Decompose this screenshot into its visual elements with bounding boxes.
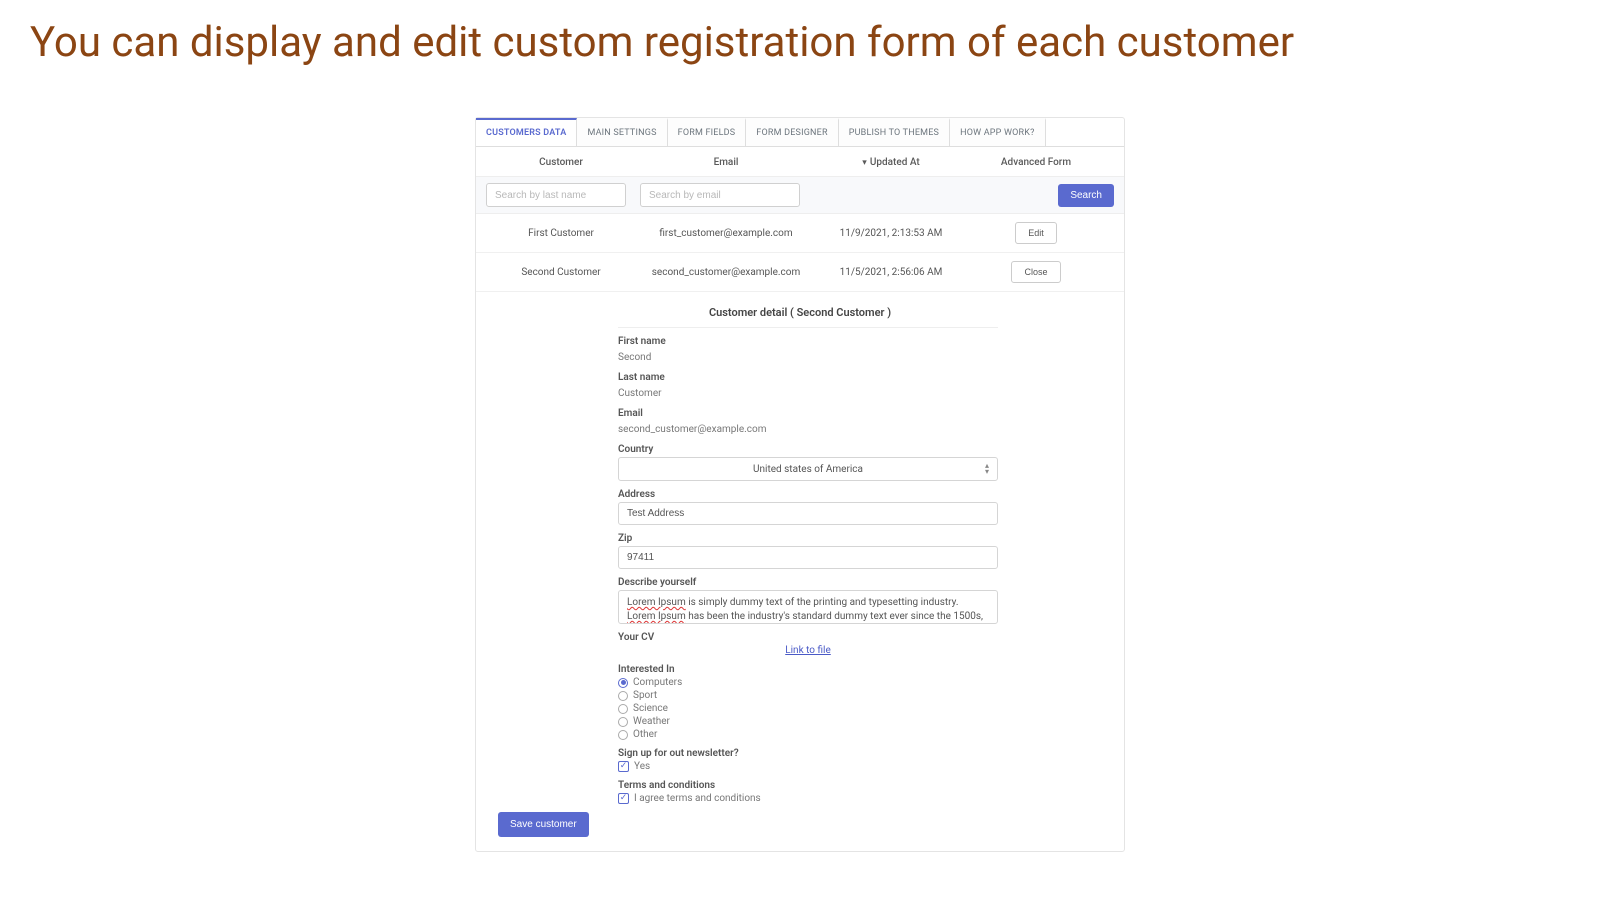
field-country: Country United states of America ▴▾ (618, 444, 998, 481)
field-email: Email second_customer@example.com (618, 408, 998, 436)
tab-customers-data[interactable]: CUSTOMERS DATA (476, 118, 577, 146)
country-value: United states of America (753, 464, 863, 475)
describe-text-part1: is simply dummy text of the printing and… (686, 597, 959, 608)
first-name-value: Second (618, 352, 651, 363)
cell-updated: 11/5/2021, 2:56:06 AM (816, 267, 966, 278)
radio-sport[interactable]: Sport (618, 690, 998, 701)
cell-action: Edit (966, 222, 1106, 244)
edit-button[interactable]: Edit (1015, 222, 1057, 244)
field-zip: Zip (618, 533, 998, 569)
field-interested: Interested In Computers Sport Science We… (618, 664, 998, 740)
email-label: Email (618, 408, 998, 419)
table-header: Customer Email Updated At Advanced Form (476, 147, 1124, 176)
radio-other[interactable]: Other (618, 729, 998, 740)
col-customer-header[interactable]: Customer (486, 157, 636, 168)
col-updated-label: Updated At (870, 157, 920, 168)
customer-detail: Customer detail ( Second Customer ) Firs… (476, 292, 1124, 851)
address-input[interactable] (618, 502, 998, 525)
newsletter-checkbox[interactable]: Yes (618, 761, 998, 772)
field-address: Address (618, 489, 998, 525)
cv-label: Your CV (618, 632, 998, 643)
last-name-label: Last name (618, 372, 998, 383)
checkbox-label: I agree terms and conditions (634, 793, 761, 804)
close-button[interactable]: Close (1011, 261, 1060, 283)
zip-label: Zip (618, 533, 998, 544)
describe-label: Describe yourself (618, 577, 998, 588)
cell-customer: Second Customer (486, 267, 636, 278)
radio-label: Sport (633, 690, 657, 701)
col-advanced-header[interactable]: Advanced Form (966, 157, 1106, 168)
radio-icon (618, 691, 628, 701)
checkbox-icon (618, 761, 629, 772)
detail-form: First name Second Last name Customer Ema… (618, 327, 998, 804)
tabs-bar: CUSTOMERS DATA MAIN SETTINGS FORM FIELDS… (476, 118, 1124, 147)
page-title: You can display and edit custom registra… (0, 0, 1600, 77)
describe-text-spell1: Lorem Ipsum (627, 597, 686, 608)
radio-computers[interactable]: Computers (618, 677, 998, 688)
describe-textarea[interactable]: Lorem Ipsum is simply dummy text of the … (618, 590, 998, 624)
zip-input[interactable] (618, 546, 998, 569)
field-first-name: First name Second (618, 336, 998, 364)
radio-science[interactable]: Science (618, 703, 998, 714)
radio-label: Science (633, 703, 668, 714)
email-value: second_customer@example.com (618, 424, 766, 435)
country-label: Country (618, 444, 998, 455)
radio-icon (618, 717, 628, 727)
save-customer-button[interactable]: Save customer (498, 812, 589, 837)
select-caret-icon: ▴▾ (985, 463, 989, 475)
describe-text-spell2: Lorem Ipsum (627, 611, 686, 622)
cell-customer: First Customer (486, 228, 636, 239)
radio-label: Other (633, 729, 657, 740)
address-label: Address (618, 489, 998, 500)
sort-caret-icon (862, 157, 870, 168)
newsletter-label: Sign up for out newsletter? (618, 748, 998, 759)
col-email-header[interactable]: Email (636, 157, 816, 168)
table-row: First Customer first_customer@example.co… (476, 214, 1124, 253)
tab-main-settings[interactable]: MAIN SETTINGS (577, 118, 667, 146)
search-email-input[interactable] (640, 183, 800, 207)
field-last-name: Last name Customer (618, 372, 998, 400)
cv-link[interactable]: Link to file (618, 645, 998, 656)
radio-weather[interactable]: Weather (618, 716, 998, 727)
radio-icon (618, 678, 628, 688)
checkbox-label: Yes (634, 761, 650, 772)
country-select[interactable]: United states of America ▴▾ (618, 457, 998, 481)
table-row: Second Customer second_customer@example.… (476, 253, 1124, 292)
field-newsletter: Sign up for out newsletter? Yes (618, 748, 998, 772)
cell-email: first_customer@example.com (636, 228, 816, 239)
radio-icon (618, 704, 628, 714)
tab-publish[interactable]: PUBLISH TO THEMES (839, 118, 950, 146)
cell-email: second_customer@example.com (636, 267, 816, 278)
field-describe: Describe yourself Lorem Ipsum is simply … (618, 577, 998, 624)
field-cv: Your CV Link to file (618, 632, 998, 656)
checkbox-icon (618, 793, 629, 804)
cell-action: Close (966, 261, 1106, 283)
interested-label: Interested In (618, 664, 998, 675)
first-name-label: First name (618, 336, 998, 347)
search-button[interactable]: Search (1058, 184, 1114, 207)
last-name-value: Customer (618, 388, 662, 399)
radio-label: Weather (633, 716, 670, 727)
tab-form-fields[interactable]: FORM FIELDS (668, 118, 747, 146)
terms-checkbox[interactable]: I agree terms and conditions (618, 793, 998, 804)
cell-updated: 11/9/2021, 2:13:53 AM (816, 228, 966, 239)
field-terms: Terms and conditions I agree terms and c… (618, 780, 998, 804)
filter-row: Search (476, 176, 1124, 214)
app-panel: CUSTOMERS DATA MAIN SETTINGS FORM FIELDS… (475, 117, 1125, 852)
radio-label: Computers (633, 677, 682, 688)
search-lastname-input[interactable] (486, 183, 626, 207)
col-updated-header[interactable]: Updated At (816, 157, 966, 168)
radio-icon (618, 730, 628, 740)
tab-form-designer[interactable]: FORM DESIGNER (746, 118, 838, 146)
detail-title: Customer detail ( Second Customer ) (488, 300, 1112, 327)
terms-label: Terms and conditions (618, 780, 998, 791)
tab-how-works[interactable]: HOW APP WORK? (950, 118, 1046, 146)
